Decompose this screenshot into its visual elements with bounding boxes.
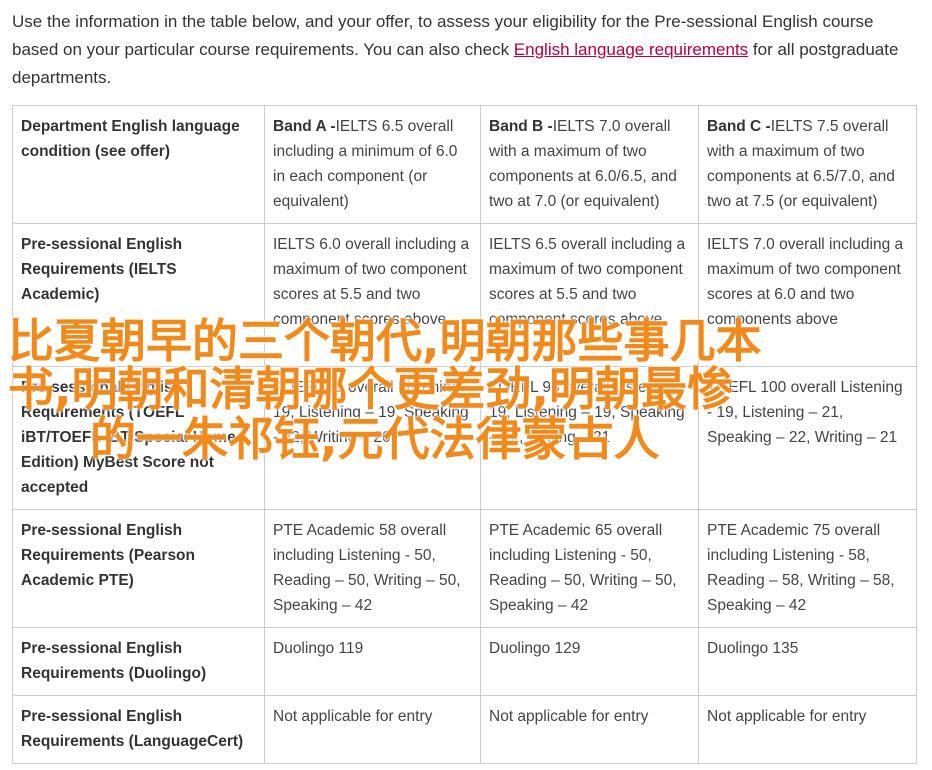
band-b-label: Band B - [489,118,553,135]
band-c-label: Band C - [707,118,771,135]
header-band-a: Band A -IELTS 6.5 overall including a mi… [264,105,481,224]
header-band-b: Band B -IELTS 7.0 overall with a maximum… [480,105,699,224]
table-header-row: Department English language condition (s… [12,105,917,224]
row-label-toefl: Pre-sessional English Requirements (TOEF… [12,366,265,510]
cell-pte-band-a: PTE Academic 58 overall including Listen… [264,509,481,628]
cell-toefl-band-a: TOEFL 79 overall Listening - 19, Listeni… [264,366,481,510]
band-a-label: Band A - [273,118,336,135]
cell-ielts-band-b: IELTS 6.5 overall including a maximum of… [480,223,699,367]
header-department-condition: Department English language condition (s… [12,105,265,224]
cell-duolingo-band-b: Duolingo 129 [480,627,699,696]
cell-languagecert-band-a: Not applicable for entry [264,695,481,764]
cell-pte-band-c: PTE Academic 75 overall including Listen… [698,509,917,628]
row-label-languagecert: Pre-sessional English Requirements (Lang… [12,695,265,764]
cell-ielts-band-a: IELTS 6.0 overall including a maximum of… [264,223,481,367]
table-row-pte: Pre-sessional English Requirements (Pear… [12,509,917,628]
table-row-languagecert: Pre-sessional English Requirements (Lang… [12,695,917,764]
cell-languagecert-band-c: Not applicable for entry [698,695,917,764]
row-label-ielts: Pre-sessional English Requirements (IELT… [12,223,265,367]
cell-languagecert-band-b: Not applicable for entry [480,695,699,764]
header-band-c: Band C -IELTS 7.5 overall with a maximum… [698,105,917,224]
intro-paragraph: Use the information in the table below, … [12,8,917,92]
cell-toefl-band-b: TOEFL 93 overall Listening - 19, Listeni… [480,366,699,510]
cell-duolingo-band-c: Duolingo 135 [698,627,917,696]
cell-ielts-band-c: IELTS 7.0 overall including a maximum of… [698,223,917,367]
table-row-ielts: Pre-sessional English Requirements (IELT… [12,223,917,367]
row-label-duolingo: Pre-sessional English Requirements (Duol… [12,627,265,696]
requirements-table: Department English language condition (s… [12,105,917,764]
table-row-toefl: Pre-sessional English Requirements (TOEF… [12,366,917,510]
cell-duolingo-band-a: Duolingo 119 [264,627,481,696]
english-language-requirements-link[interactable]: English language requirements [514,40,748,59]
row-label-pte: Pre-sessional English Requirements (Pear… [12,509,265,628]
table-row-duolingo: Pre-sessional English Requirements (Duol… [12,627,917,696]
cell-toefl-band-c: TOEFL 100 overall Listening - 19, Listen… [698,366,917,510]
cell-pte-band-b: PTE Academic 65 overall including Listen… [480,509,699,628]
